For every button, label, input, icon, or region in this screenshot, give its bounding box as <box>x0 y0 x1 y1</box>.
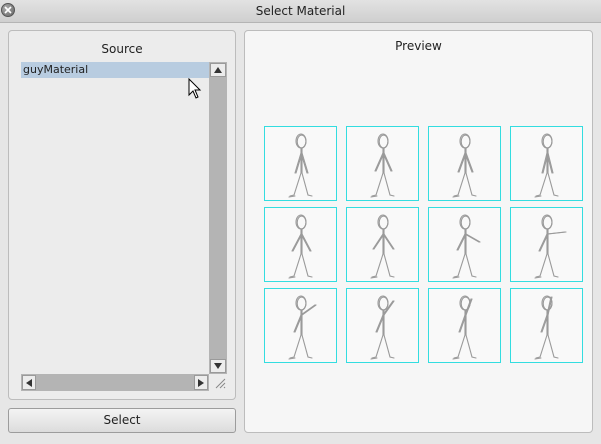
animation-frame <box>264 207 337 282</box>
arrow-right-icon <box>198 379 204 387</box>
scroll-right-button[interactable] <box>194 375 208 390</box>
arrow-up-icon <box>214 67 222 73</box>
stick-figure-icon <box>370 295 395 360</box>
title-bar[interactable]: Select Material <box>0 0 601 23</box>
vertical-scrollbar[interactable] <box>209 62 227 374</box>
scroll-down-button[interactable] <box>210 359 226 373</box>
mouse-cursor-icon <box>188 78 202 99</box>
stick-figure-icon <box>534 295 559 360</box>
animation-frame <box>428 288 501 363</box>
horizontal-scrollbar[interactable] <box>21 374 209 391</box>
source-list[interactable]: guyMaterial <box>21 62 218 374</box>
animation-frame <box>346 207 419 282</box>
animation-frame <box>346 126 419 201</box>
window-title: Select Material <box>255 4 346 18</box>
preview-panel: Preview <box>244 30 593 433</box>
animation-frame <box>346 288 419 363</box>
stick-figure-icon <box>452 214 481 279</box>
animation-frame <box>428 126 501 201</box>
list-item[interactable]: guyMaterial <box>21 62 218 78</box>
stick-figure-icon <box>534 214 567 279</box>
animation-frame <box>264 288 337 363</box>
preview-grid <box>264 126 583 363</box>
preview-label: Preview <box>395 39 442 53</box>
animation-frame <box>264 126 337 201</box>
scroll-up-button[interactable] <box>210 63 226 77</box>
stick-figure-icon <box>288 133 313 198</box>
stick-figure-icon <box>452 133 477 198</box>
animation-frame <box>428 207 501 282</box>
stick-figure-icon <box>370 214 395 279</box>
animation-frame <box>510 288 583 363</box>
stick-figure-icon <box>288 214 313 279</box>
animation-frame <box>510 207 583 282</box>
scroll-left-button[interactable] <box>22 375 36 390</box>
stick-figure-icon <box>534 133 559 198</box>
resize-grip-icon[interactable] <box>214 377 226 389</box>
arrow-left-icon <box>26 379 32 387</box>
arrow-down-icon <box>214 363 222 369</box>
stick-figure-icon <box>288 295 317 360</box>
source-label: Source <box>101 42 143 56</box>
stick-figure-icon <box>452 295 477 360</box>
stick-figure-icon <box>370 133 395 198</box>
animation-frame <box>510 126 583 201</box>
select-button[interactable]: Select <box>8 408 236 433</box>
